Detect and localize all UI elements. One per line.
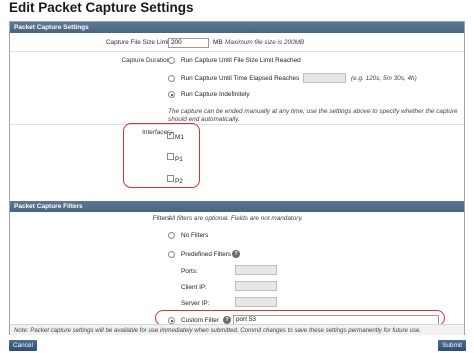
file-size-unit: MB xyxy=(213,39,223,46)
filters-hint: All filters are optional. Fields are not… xyxy=(168,215,303,222)
filter-radio-none[interactable] xyxy=(168,232,175,239)
capture-duration-label: Capture Duration: xyxy=(121,57,172,64)
note-bar: Note: Packet capture settings will be av… xyxy=(10,324,464,335)
filter-radio-predefined[interactable] xyxy=(168,251,175,258)
duration-note: The capture can be ended manually at any… xyxy=(168,108,458,123)
interfaces-highlight xyxy=(123,123,200,188)
packet-capture-filters-header: Packet Capture Filters xyxy=(10,201,464,212)
note-text: Note: Packet capture settings will be av… xyxy=(14,327,422,334)
file-size-hint: Maximum file size is 200MB xyxy=(225,39,305,46)
time-format-hint: (e.g. 120s, 5m 30s, 4h) xyxy=(351,75,417,82)
ports-input[interactable] xyxy=(235,265,277,275)
server-ip-input[interactable] xyxy=(235,297,277,307)
duration-option-time: Run Capture Until Time Elapsed Reaches xyxy=(181,75,300,82)
client-ip-label: Client IP: xyxy=(181,284,207,291)
settings-panel: Packet Capture Settings Capture File Siz… xyxy=(9,21,465,335)
client-ip-input[interactable] xyxy=(235,281,277,291)
duration-option-file-size: Run Capture Until File Size Limit Reache… xyxy=(181,57,301,64)
page-title: Edit Packet Capture Settings xyxy=(9,0,194,15)
submit-button[interactable]: Submit xyxy=(438,340,466,351)
duration-radio-time[interactable] xyxy=(168,75,175,82)
duration-radio-indefinitely[interactable] xyxy=(168,91,175,98)
time-elapsed-input[interactable] xyxy=(303,73,346,83)
duration-option-indefinitely: Run Capture Indefinitely xyxy=(181,91,250,98)
file-size-input[interactable]: 200 xyxy=(168,37,209,48)
filter-option-predefined: Predefined Filters xyxy=(181,251,232,258)
server-ip-label: Server IP: xyxy=(181,300,210,307)
ports-label: Ports: xyxy=(181,268,198,275)
duration-radio-file-size[interactable] xyxy=(168,57,175,64)
predefined-help-icon[interactable]: ? xyxy=(232,250,240,258)
cancel-button[interactable]: Cancel xyxy=(9,340,37,351)
filter-option-none: No Filters xyxy=(181,232,209,239)
divider xyxy=(10,51,464,52)
file-size-label: Capture File Size Limit: xyxy=(105,39,172,46)
packet-capture-settings-header: Packet Capture Settings xyxy=(10,22,464,33)
divider xyxy=(10,124,464,125)
